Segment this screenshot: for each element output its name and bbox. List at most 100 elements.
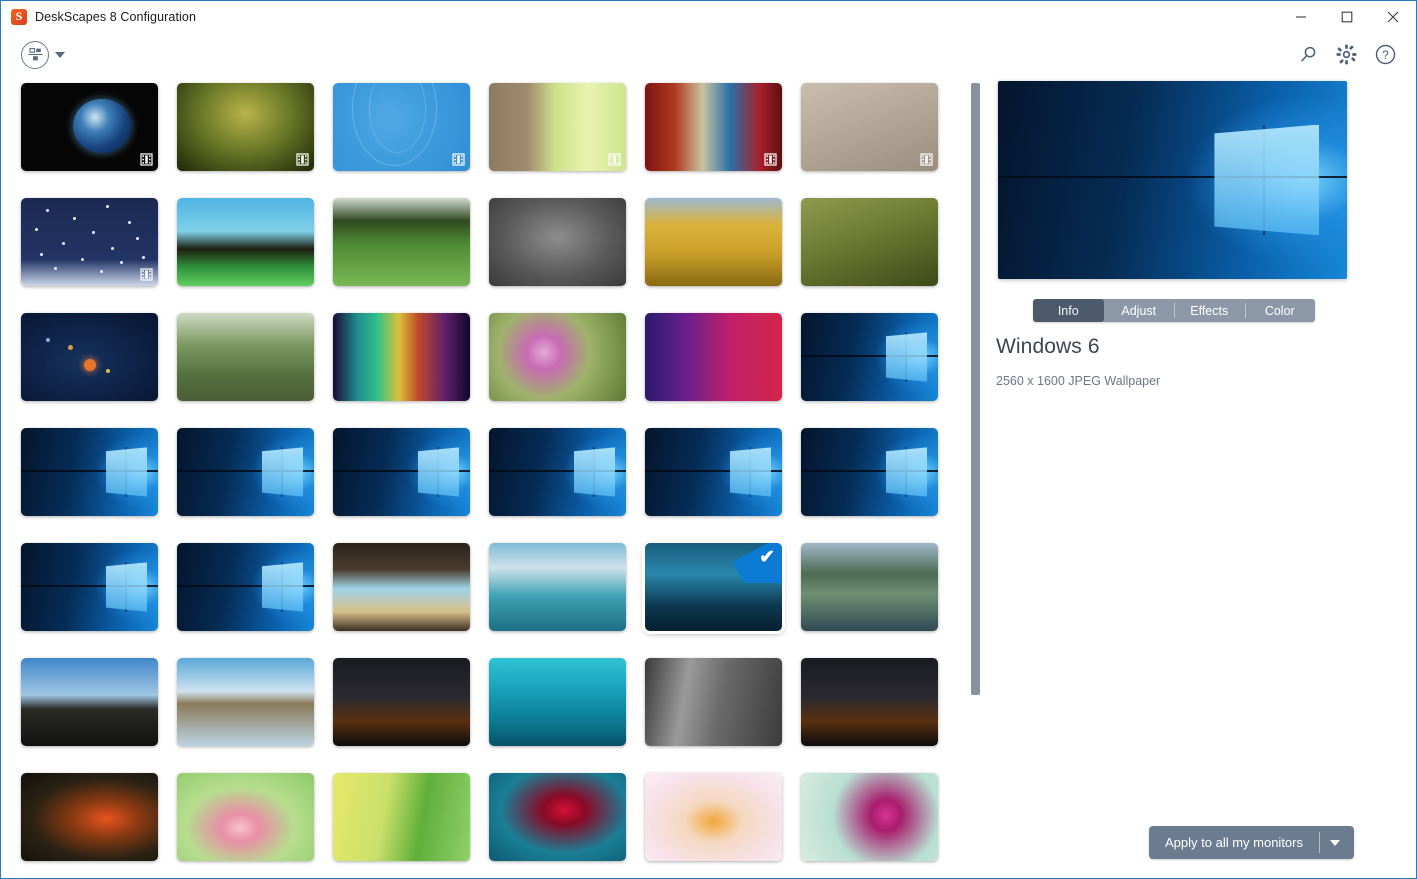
thumbnail-image <box>645 773 782 861</box>
thumbnail-image <box>489 313 626 401</box>
thumb-night-tent-1[interactable] <box>333 658 470 746</box>
tab-adjust[interactable]: Adjust <box>1104 299 1175 322</box>
thumb-aurora[interactable] <box>333 313 470 401</box>
thumb-ice-cave[interactable]: ✔ <box>645 543 782 631</box>
thumb-wheat-field[interactable] <box>645 198 782 286</box>
thumbnail-image <box>489 198 626 286</box>
thumb-underwater-diver[interactable] <box>489 658 626 746</box>
animated-dream-film-icon <box>295 152 309 166</box>
gallery-scrollbar[interactable] <box>971 83 980 868</box>
thumbnail-image <box>21 428 158 516</box>
thumb-windows-hero-2[interactable] <box>21 428 158 516</box>
thumb-windows-hero-5[interactable] <box>489 428 626 516</box>
thumb-granite-cliff[interactable] <box>645 658 782 746</box>
help-circle-icon[interactable]: ? <box>1375 44 1396 65</box>
body-area: ✔ Info Adjust Effects Color Windows 6 2560 … <box>1 77 1416 878</box>
thumbnail-image <box>21 198 158 286</box>
animated-dream-film-icon <box>451 152 465 166</box>
thumb-green-fern[interactable] <box>333 773 470 861</box>
tab-label: Info <box>1057 303 1079 318</box>
thumbnail-image <box>645 658 782 746</box>
thumbnail-image <box>801 428 938 516</box>
thumb-sand-dream[interactable] <box>801 83 938 171</box>
thumb-cat-mono[interactable] <box>489 198 626 286</box>
thumb-solar-system[interactable] <box>21 313 158 401</box>
thumbnail-image <box>801 658 938 746</box>
apply-dropdown-caret[interactable] <box>1320 826 1350 859</box>
tab-label: Effects <box>1190 303 1229 318</box>
thumbnail-image <box>801 543 938 631</box>
thumb-windows-hero-9[interactable] <box>177 543 314 631</box>
thumb-red-cactus-flower[interactable] <box>489 773 626 861</box>
dream-metadata: 2560 x 1600 JPEG Wallpaper <box>996 374 1161 388</box>
thumbnail-image <box>645 198 782 286</box>
view-mode-dropdown-caret[interactable] <box>55 51 65 58</box>
thumbnail-image <box>489 543 626 631</box>
thumb-pink-daisy[interactable] <box>489 313 626 401</box>
thumb-orange-daisy[interactable] <box>645 773 782 861</box>
thumbnail-image <box>489 83 626 171</box>
thumb-windows-hero-6[interactable] <box>645 428 782 516</box>
thumb-waveform[interactable] <box>645 313 782 401</box>
thumbnail-image <box>489 428 626 516</box>
wallpaper-gallery-pane[interactable]: ✔ <box>1 77 991 878</box>
thumbnail-image <box>177 313 314 401</box>
view-mode-button[interactable] <box>21 40 49 69</box>
thumb-tree-lane[interactable] <box>177 313 314 401</box>
thumb-floating-island[interactable] <box>177 198 314 286</box>
animated-dream-film-icon <box>763 152 777 166</box>
thumb-windows-hero-4[interactable] <box>333 428 470 516</box>
thumbnail-grid: ✔ <box>1 77 961 861</box>
animated-dream-film-icon <box>607 152 621 166</box>
gear-icon[interactable] <box>1336 44 1357 65</box>
thumbnail-image <box>21 773 158 861</box>
thumb-magenta-flower[interactable] <box>801 773 938 861</box>
animated-dream-film-icon <box>919 152 933 166</box>
thumbnail-image <box>801 198 938 286</box>
deskscapes-window: DeskScapes 8 Configuration <box>0 0 1417 879</box>
apply-to-all-monitors-button[interactable]: Apply to all my monitors <box>1149 826 1354 859</box>
thumb-grass-dream[interactable] <box>177 83 314 171</box>
thumbnail-image <box>21 313 158 401</box>
thumb-lagoon-boat[interactable] <box>489 543 626 631</box>
toolbar: ? <box>1 32 1416 77</box>
thumb-fjord-lake[interactable] <box>801 543 938 631</box>
thumbnail-image <box>333 428 470 516</box>
thumbnail-image <box>645 428 782 516</box>
thumb-earth-dream[interactable] <box>21 83 158 171</box>
thumbnail-image <box>21 543 158 631</box>
thumb-sea-stack-beach[interactable] <box>177 658 314 746</box>
thumb-snowfall-dream[interactable] <box>21 198 158 286</box>
thumb-windows-hero-3[interactable] <box>177 428 314 516</box>
thumb-golf-ball[interactable] <box>333 198 470 286</box>
windows-logo-panes <box>418 447 459 497</box>
maximize-button[interactable] <box>1324 1 1370 32</box>
tab-info[interactable]: Info <box>1033 299 1104 322</box>
windows-logo-panes <box>262 447 303 497</box>
details-pane: Info Adjust Effects Color Windows 6 2560 x … <box>989 77 1416 878</box>
thumb-blue-rings-dream[interactable] <box>333 83 470 171</box>
thumb-arctic-ridge[interactable] <box>21 658 158 746</box>
gallery-scrollbar-thumb[interactable] <box>971 83 980 696</box>
animated-dream-film-icon <box>139 267 153 281</box>
thumb-tree-bark-dream[interactable] <box>489 83 626 171</box>
search-icon[interactable] <box>1299 45 1318 64</box>
minimize-button[interactable] <box>1278 1 1324 32</box>
thumbnail-image <box>177 543 314 631</box>
dream-title: Windows 6 <box>996 335 1100 358</box>
close-button[interactable] <box>1370 1 1416 32</box>
thumb-grass-seed[interactable] <box>801 198 938 286</box>
thumb-windows-hero-8[interactable] <box>21 543 158 631</box>
thumb-sea-cave-arch[interactable] <box>333 543 470 631</box>
thumb-night-tent-2[interactable] <box>801 658 938 746</box>
tab-effects[interactable]: Effects <box>1174 299 1245 322</box>
thumb-pink-blossom[interactable] <box>177 773 314 861</box>
thumb-red-tulips[interactable] <box>21 773 158 861</box>
thumbnail-image <box>333 543 470 631</box>
thumb-retro-car-dream[interactable] <box>645 83 782 171</box>
tab-color[interactable]: Color <box>1244 299 1316 322</box>
thumb-windows-hero-7[interactable] <box>801 428 938 516</box>
thumb-windows-hero-1[interactable] <box>801 313 938 401</box>
thumbnail-image <box>177 428 314 516</box>
earth-globe <box>73 98 131 154</box>
